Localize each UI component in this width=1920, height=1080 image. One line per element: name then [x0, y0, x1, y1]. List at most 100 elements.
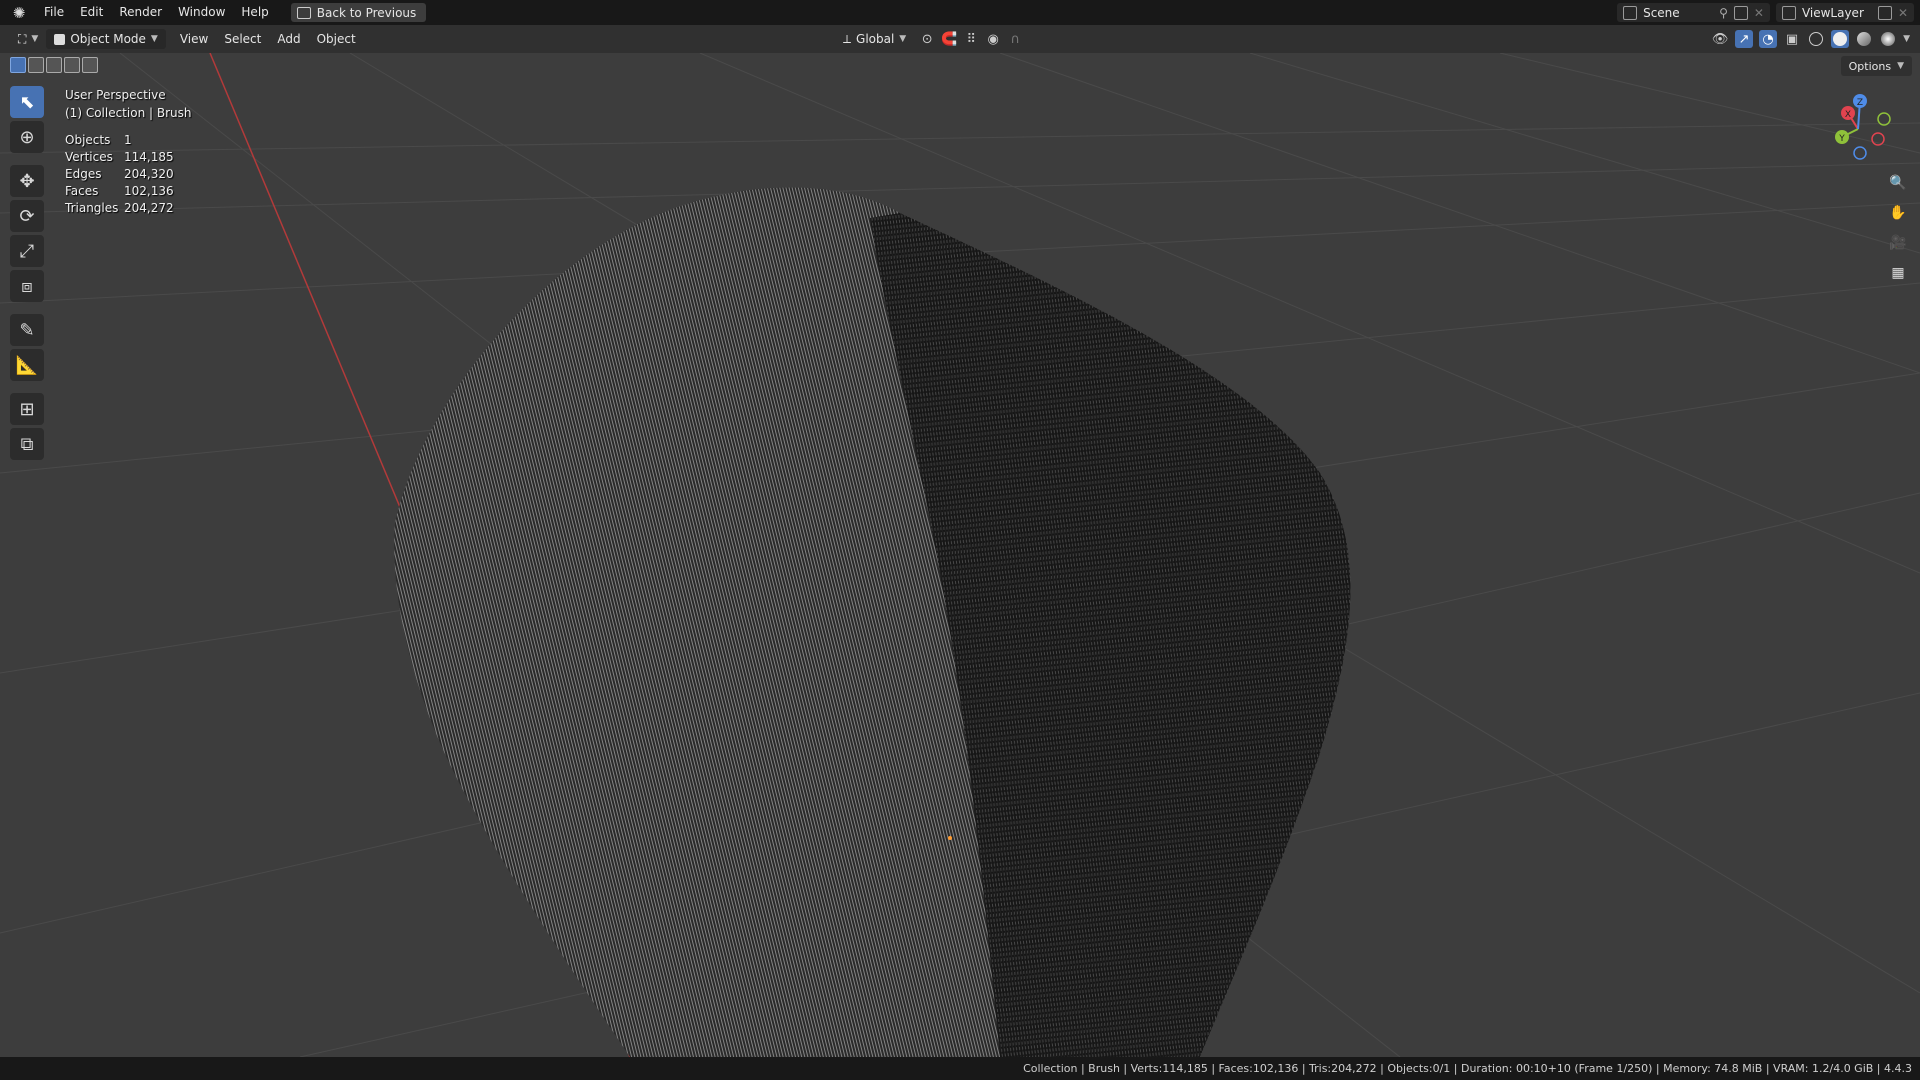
stat-label: Objects: [65, 133, 111, 147]
view-layer-selector[interactable]: ViewLayer ✕: [1775, 3, 1914, 22]
select-extend-icon[interactable]: [28, 57, 44, 73]
stat-row: Vertices 114,185: [65, 149, 191, 166]
camera-view-icon[interactable]: 🎥: [1886, 231, 1910, 255]
stat-value: 114,185: [124, 150, 174, 164]
back-to-previous-label: Back to Previous: [316, 5, 417, 20]
overlay-toggle-icon[interactable]: ◔: [1759, 30, 1778, 48]
gizmo-toggle-icon[interactable]: ↗: [1735, 30, 1754, 48]
chevron-down-icon: ▼: [31, 34, 39, 44]
scene-selector[interactable]: Scene ⚲ ✕: [1617, 3, 1770, 22]
move-icon[interactable]: ✥: [10, 165, 44, 197]
measure-icon[interactable]: 📐: [10, 349, 44, 381]
options-dropdown[interactable]: Options ▼: [1840, 56, 1912, 76]
z-axis-label: Z: [1857, 98, 1863, 108]
mode-label: Object Mode: [70, 32, 146, 46]
chevron-down-icon: ▼: [1897, 61, 1904, 71]
viewport-info-overlay: User Perspective (1) Collection | Brush …: [65, 86, 191, 217]
rendered-shading-icon[interactable]: [1879, 30, 1897, 48]
top-menu-bar: ✺ File Edit Render Window Help Back to P…: [0, 0, 1920, 25]
options-label: Options: [1848, 59, 1892, 73]
select-invert-icon[interactable]: [64, 57, 80, 73]
navigation-gizmo[interactable]: X Y Z: [1820, 91, 1900, 171]
remove-view-layer-icon[interactable]: ✕: [1898, 6, 1908, 20]
falloff-icon[interactable]: ∩: [1006, 30, 1024, 48]
xray-toggle-icon[interactable]: ▣: [1783, 30, 1801, 48]
menu-window[interactable]: Window: [170, 0, 233, 25]
stat-value: 204,272: [124, 201, 174, 215]
chevron-down-icon[interactable]: ▼: [1903, 34, 1910, 44]
selection-mode-buttons: [10, 57, 98, 73]
perspective-toggle-icon[interactable]: ▦: [1886, 261, 1910, 285]
chevron-down-icon: ▼: [899, 34, 907, 44]
pin-icon[interactable]: ⚲: [1719, 6, 1728, 20]
cursor-icon[interactable]: ⊕: [10, 121, 44, 153]
object-mode-icon: [54, 33, 66, 45]
snap-target-icon[interactable]: ⠿: [962, 30, 980, 48]
view-layer-icon: [1781, 5, 1796, 20]
new-view-layer-icon[interactable]: [1877, 5, 1892, 20]
select-box-icon[interactable]: ⬉: [10, 86, 44, 118]
zoom-icon[interactable]: 🔍: [1886, 171, 1910, 195]
add-object-icon[interactable]: ⧉: [10, 428, 44, 460]
stat-row: Edges 204,320: [65, 166, 191, 183]
stat-label: Vertices: [65, 150, 113, 164]
wireframe-shading-icon[interactable]: [1807, 30, 1825, 48]
transform-icon[interactable]: ⧈: [10, 270, 44, 302]
y-axis-label: Y: [1838, 134, 1845, 144]
menu-render[interactable]: Render: [111, 0, 170, 25]
select-new-icon[interactable]: [10, 57, 26, 73]
menu-help[interactable]: Help: [233, 0, 276, 25]
stat-label: Edges: [65, 167, 102, 181]
stat-row: Faces 102,136: [65, 183, 191, 200]
blender-logo-icon[interactable]: ✺: [10, 4, 28, 22]
viewport-navigation-tools: 🔍 ✋ 🎥 ▦: [1886, 171, 1910, 285]
stat-value: 204,320: [124, 167, 174, 181]
menu-edit[interactable]: Edit: [72, 0, 111, 25]
object-origin: [948, 836, 952, 840]
x-axis-label: X: [1845, 110, 1851, 120]
select-intersect-icon[interactable]: [82, 57, 98, 73]
back-to-previous-button[interactable]: Back to Previous: [290, 3, 427, 22]
remove-scene-icon[interactable]: ✕: [1754, 6, 1764, 20]
stat-value: 1: [124, 133, 132, 147]
new-scene-icon[interactable]: [1733, 5, 1748, 20]
mode-selector[interactable]: Object Mode ▼: [46, 29, 166, 49]
stat-row: Triangles 204,272: [65, 200, 191, 217]
3d-viewport[interactable]: Options ▼ ⬉ ⊕ ✥ ⟳ ⤢ ⧈ ✎ 📐 ⊞ ⧉ User Persp…: [0, 53, 1920, 1057]
menu-select[interactable]: Select: [216, 27, 269, 52]
rotate-icon[interactable]: ⟳: [10, 200, 44, 232]
snap-toggle-icon[interactable]: 🧲: [940, 30, 958, 48]
neg-y-handle[interactable]: [1877, 112, 1891, 126]
select-subtract-icon[interactable]: [46, 57, 62, 73]
scale-icon[interactable]: ⤢: [10, 235, 44, 267]
top-right-controls: Scene ⚲ ✕ ViewLayer ✕: [1617, 0, 1920, 25]
menu-object[interactable]: Object: [309, 27, 364, 52]
solid-shading-icon[interactable]: [1831, 30, 1850, 48]
pan-hand-icon[interactable]: ✋: [1886, 201, 1910, 225]
status-text: Collection | Brush | Verts:114,185 | Fac…: [1023, 1062, 1912, 1075]
menu-add[interactable]: Add: [269, 27, 308, 52]
add-cube-icon[interactable]: ⊞: [10, 393, 44, 425]
collection-info: (1) Collection | Brush: [65, 106, 192, 120]
view-name: User Perspective: [65, 88, 166, 102]
neg-z-handle[interactable]: [1853, 146, 1867, 160]
editor-type-selector[interactable]: ⛶ ▼: [10, 29, 46, 49]
view-layer-name[interactable]: ViewLayer: [1802, 6, 1872, 20]
transform-orientation-selector[interactable]: ⟂ Global ▼: [835, 29, 914, 49]
scene-icon: [1623, 5, 1638, 20]
stat-row: Objects 1: [65, 132, 191, 149]
neg-x-handle[interactable]: [1871, 132, 1885, 146]
orientation-label: Global: [856, 32, 895, 46]
viewport-header: ⛶ ▼ Object Mode ▼ View Select Add Object …: [0, 25, 1920, 53]
menu-view[interactable]: View: [172, 27, 216, 52]
orientation-icon: ⟂: [843, 31, 852, 46]
menu-file[interactable]: File: [36, 0, 72, 25]
material-shading-icon[interactable]: [1855, 30, 1873, 48]
proportional-edit-icon[interactable]: ◉: [984, 30, 1002, 48]
screen-icon: [296, 6, 311, 19]
pivot-point-icon[interactable]: ⊙: [918, 30, 936, 48]
stat-value: 102,136: [124, 184, 174, 198]
annotate-icon[interactable]: ✎: [10, 314, 44, 346]
visibility-icon[interactable]: 👁: [1711, 30, 1729, 48]
scene-name[interactable]: Scene: [1643, 6, 1713, 20]
